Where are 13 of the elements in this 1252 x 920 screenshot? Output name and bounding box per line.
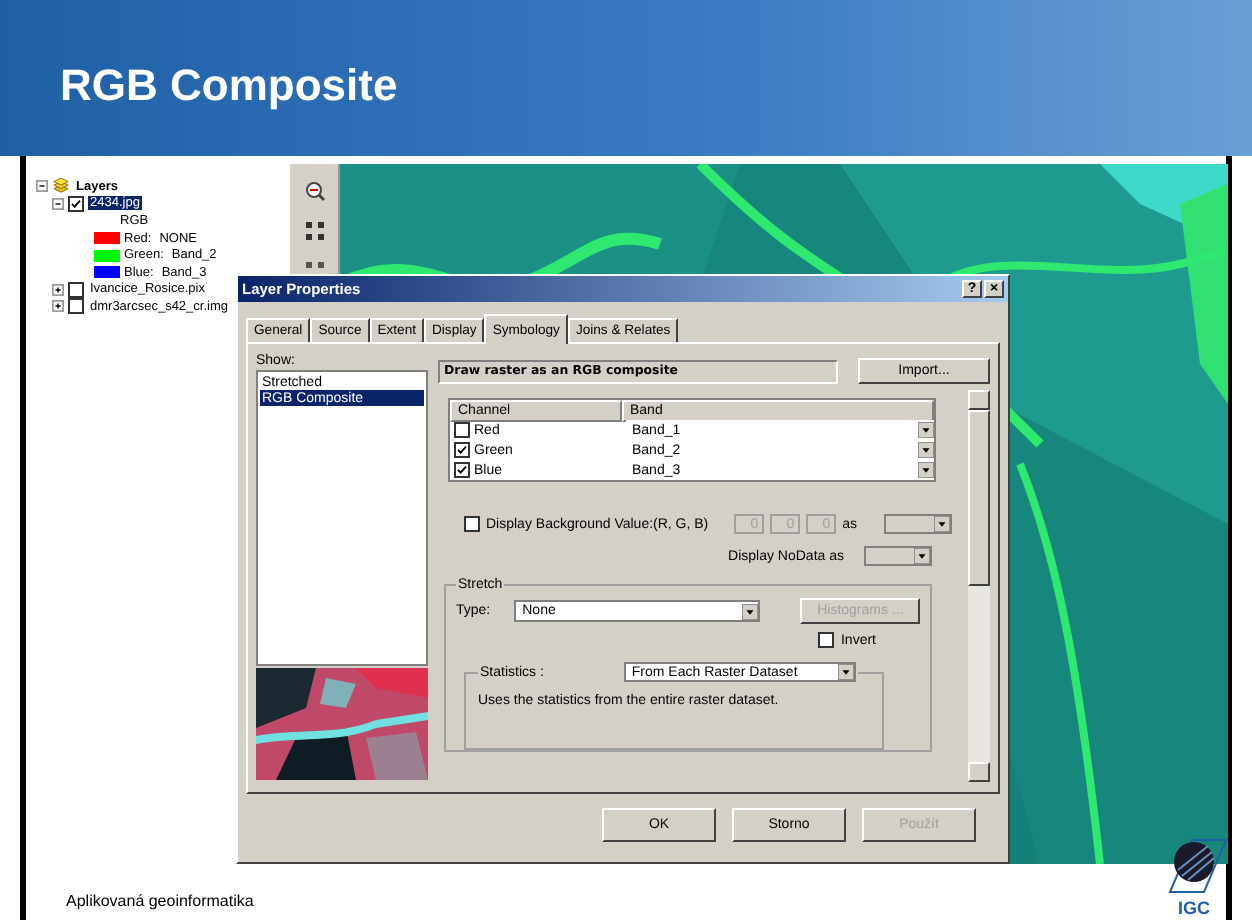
expand-icon[interactable]	[52, 283, 64, 296]
four-squares-icon[interactable]	[303, 220, 325, 242]
checkbox[interactable]	[68, 281, 84, 298]
slide-footer: Aplikovaná geoinformatika	[66, 892, 254, 910]
logo-text: IGC	[1178, 900, 1211, 918]
checkbox[interactable]	[68, 195, 84, 212]
slide-title: RGB Composite	[60, 60, 398, 112]
expand-icon[interactable]	[52, 300, 64, 313]
collapse-icon[interactable]	[36, 180, 48, 193]
collapse-icon[interactable]	[52, 197, 64, 210]
zoom-out-icon[interactable]	[303, 180, 325, 202]
layers-icon	[52, 178, 70, 195]
checkbox[interactable]	[68, 298, 84, 315]
